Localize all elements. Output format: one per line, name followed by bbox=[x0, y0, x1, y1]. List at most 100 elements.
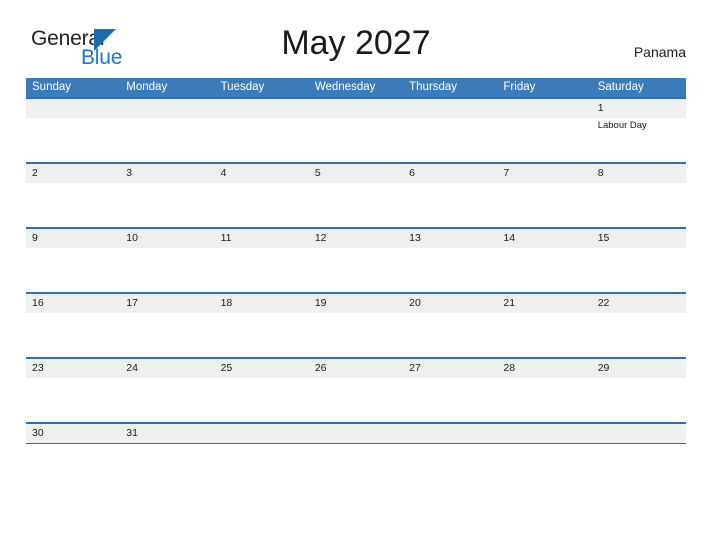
day-number: 28 bbox=[503, 362, 516, 374]
day-events bbox=[503, 118, 591, 120]
day-events bbox=[409, 248, 497, 250]
calendar-day-cell[interactable] bbox=[309, 424, 403, 442]
weekday-header-monday: Monday bbox=[126, 81, 168, 93]
day-events: Labour Day bbox=[598, 118, 686, 132]
calendar-day-cell[interactable]: 21 bbox=[497, 294, 591, 357]
calendar-day-cell[interactable]: 26 bbox=[309, 359, 403, 422]
day-number: 15 bbox=[597, 232, 610, 244]
day-number: 23 bbox=[32, 362, 44, 374]
calendar-day-cell[interactable] bbox=[26, 99, 120, 162]
day-events bbox=[409, 118, 497, 120]
calendar-week-row: 2 3 4 5 6 7 8 bbox=[26, 162, 686, 227]
calendar-day-cell[interactable]: 20 bbox=[403, 294, 497, 357]
weekday-header-friday: Friday bbox=[503, 81, 536, 93]
calendar-day-cell[interactable]: 19 bbox=[309, 294, 403, 357]
calendar-day-cell[interactable]: 27 bbox=[403, 359, 497, 422]
day-events bbox=[503, 313, 591, 315]
calendar-day-cell[interactable]: 2 bbox=[26, 164, 120, 227]
day-number: 22 bbox=[597, 297, 610, 309]
calendar-day-cell[interactable]: 6 bbox=[403, 164, 497, 227]
calendar-day-cell[interactable]: 7 bbox=[497, 164, 591, 227]
calendar-day-cell[interactable]: 30 bbox=[26, 424, 120, 442]
day-events bbox=[221, 118, 309, 120]
calendar-day-cell[interactable] bbox=[497, 99, 591, 162]
calendar-week-row: 30 31 bbox=[26, 422, 686, 444]
calendar-day-cell[interactable]: 3 bbox=[120, 164, 214, 227]
day-events bbox=[598, 183, 686, 185]
calendar-day-cell[interactable]: 12 bbox=[309, 229, 403, 292]
day-number: 2 bbox=[32, 167, 38, 179]
calendar-day-cell[interactable] bbox=[215, 99, 309, 162]
weekday-header-sunday: Sunday bbox=[32, 81, 72, 93]
day-number: 5 bbox=[314, 167, 321, 179]
day-number: 17 bbox=[126, 297, 138, 309]
weekday-header-saturday: Saturday bbox=[597, 81, 644, 93]
weekday-header-tuesday: Tuesday bbox=[220, 81, 265, 93]
calendar-day-cell[interactable]: 15 bbox=[592, 229, 686, 292]
calendar-day-cell[interactable]: 31 bbox=[120, 424, 214, 442]
calendar-day-cell[interactable] bbox=[309, 99, 403, 162]
day-events bbox=[221, 313, 309, 315]
weekday-header-thursday: Thursday bbox=[409, 81, 458, 93]
day-number: 10 bbox=[126, 232, 138, 244]
day-events bbox=[126, 313, 214, 315]
day-number: 12 bbox=[314, 232, 327, 244]
calendar-day-cell[interactable]: 25 bbox=[215, 359, 309, 422]
day-number: 8 bbox=[597, 167, 604, 179]
day-events bbox=[315, 118, 403, 120]
day-events bbox=[32, 118, 120, 120]
calendar-day-cell[interactable] bbox=[403, 424, 497, 442]
calendar-week-row: 1 Labour Day bbox=[26, 97, 686, 162]
calendar-day-cell[interactable]: 1 Labour Day bbox=[592, 99, 686, 162]
calendar-day-cell[interactable]: 24 bbox=[120, 359, 214, 422]
day-number: 11 bbox=[220, 232, 232, 244]
calendar-day-cell[interactable]: 16 bbox=[26, 294, 120, 357]
day-events bbox=[315, 248, 403, 250]
calendar-day-cell[interactable]: 10 bbox=[120, 229, 214, 292]
calendar-day-cell[interactable]: 29 bbox=[592, 359, 686, 422]
day-number bbox=[315, 99, 403, 118]
day-events bbox=[598, 378, 686, 380]
calendar-day-cell[interactable]: 4 bbox=[215, 164, 309, 227]
day-number: 1 bbox=[597, 102, 604, 114]
calendar-day-cell[interactable]: 5 bbox=[309, 164, 403, 227]
day-events bbox=[409, 313, 497, 315]
calendar-day-cell[interactable]: 11 bbox=[215, 229, 309, 292]
weekday-header-row: Sunday Monday Tuesday Wednesday Thursday… bbox=[26, 78, 686, 97]
day-number bbox=[32, 99, 120, 118]
calendar-day-cell[interactable]: 23 bbox=[26, 359, 120, 422]
day-events bbox=[32, 313, 120, 315]
calendar-day-cell[interactable]: 22 bbox=[592, 294, 686, 357]
calendar-day-cell[interactable]: 8 bbox=[592, 164, 686, 227]
calendar-day-cell[interactable] bbox=[120, 99, 214, 162]
calendar-day-cell[interactable] bbox=[592, 424, 686, 442]
day-number: 16 bbox=[32, 297, 44, 309]
calendar-day-cell[interactable]: 9 bbox=[26, 229, 120, 292]
day-events bbox=[32, 248, 120, 250]
day-number bbox=[126, 99, 214, 118]
day-number: 9 bbox=[32, 232, 38, 244]
calendar-day-cell[interactable]: 14 bbox=[497, 229, 591, 292]
day-events bbox=[315, 378, 403, 380]
day-number: 26 bbox=[314, 362, 327, 374]
day-number bbox=[221, 424, 309, 443]
calendar-week-row: 16 17 18 19 20 21 22 bbox=[26, 292, 686, 357]
calendar-day-cell[interactable] bbox=[215, 424, 309, 442]
day-number bbox=[409, 424, 497, 443]
day-number: 13 bbox=[409, 232, 421, 244]
calendar-day-cell[interactable]: 28 bbox=[497, 359, 591, 422]
calendar-day-cell[interactable]: 18 bbox=[215, 294, 309, 357]
day-events bbox=[32, 378, 120, 380]
day-number: 19 bbox=[314, 297, 327, 309]
calendar-week-row: 9 10 11 12 13 14 15 bbox=[26, 227, 686, 292]
day-number bbox=[409, 99, 497, 118]
calendar-week-days: 1 Labour Day bbox=[26, 99, 686, 162]
day-number bbox=[503, 99, 591, 118]
day-number: 27 bbox=[409, 362, 421, 374]
day-number: 31 bbox=[126, 427, 138, 439]
calendar-day-cell[interactable] bbox=[403, 99, 497, 162]
calendar-day-cell[interactable]: 17 bbox=[120, 294, 214, 357]
day-events bbox=[126, 183, 214, 185]
calendar-day-cell[interactable] bbox=[497, 424, 591, 442]
calendar-day-cell[interactable]: 13 bbox=[403, 229, 497, 292]
